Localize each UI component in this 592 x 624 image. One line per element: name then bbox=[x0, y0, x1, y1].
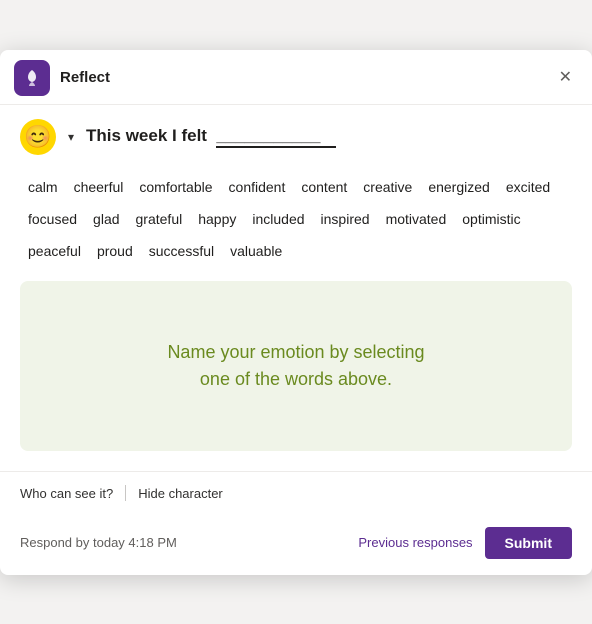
hide-character-button[interactable]: Hide character bbox=[138, 482, 223, 505]
emoji-chevron[interactable]: ▾ bbox=[64, 128, 78, 146]
prompt-text: This week I felt ___________ bbox=[86, 126, 336, 148]
bottom-bar: Respond by today 4:18 PM Previous respon… bbox=[0, 515, 592, 575]
who-can-see-button[interactable]: Who can see it? bbox=[20, 482, 113, 505]
word-valuable[interactable]: valuable bbox=[222, 235, 290, 267]
word-glad[interactable]: glad bbox=[85, 203, 127, 235]
word-cheerful[interactable]: cheerful bbox=[66, 171, 132, 203]
prompt-blank: ___________ bbox=[216, 126, 336, 148]
prompt-row: 😊 ▾ This week I felt ___________ bbox=[20, 119, 572, 155]
close-button[interactable]: ✕ bbox=[555, 66, 576, 90]
word-focused[interactable]: focused bbox=[20, 203, 85, 235]
emotion-words-container: calm cheerful comfortable confident cont… bbox=[20, 171, 572, 267]
word-included[interactable]: included bbox=[244, 203, 312, 235]
word-proud[interactable]: proud bbox=[89, 235, 141, 267]
emotion-placeholder-box: Name your emotion by selecting one of th… bbox=[20, 281, 572, 451]
word-energized[interactable]: energized bbox=[420, 171, 498, 203]
footer-divider bbox=[125, 485, 126, 501]
word-content[interactable]: content bbox=[293, 171, 355, 203]
emoji-avatar: 😊 bbox=[20, 119, 56, 155]
word-confident[interactable]: confident bbox=[221, 171, 294, 203]
prompt-start: This week I felt bbox=[86, 126, 207, 145]
word-peaceful[interactable]: peaceful bbox=[20, 235, 89, 267]
word-successful[interactable]: successful 🖱 bbox=[141, 235, 222, 267]
word-happy[interactable]: happy bbox=[190, 203, 244, 235]
word-calm[interactable]: calm bbox=[20, 171, 66, 203]
word-comfortable[interactable]: comfortable bbox=[131, 171, 220, 203]
previous-responses-button[interactable]: Previous responses bbox=[358, 535, 472, 550]
footer-links: Who can see it? Hide character bbox=[0, 471, 592, 515]
main-content: 😊 ▾ This week I felt ___________ calm ch… bbox=[0, 105, 592, 451]
word-grateful[interactable]: grateful bbox=[128, 203, 191, 235]
reflect-dialog: Reflect ✕ 😊 ▾ This week I felt _________… bbox=[0, 50, 592, 575]
respond-by-text: Respond by today 4:18 PM bbox=[20, 535, 177, 550]
word-motivated[interactable]: motivated bbox=[378, 203, 455, 235]
emotion-placeholder-text: Name your emotion by selecting one of th… bbox=[147, 319, 444, 413]
dialog-title: Reflect bbox=[60, 69, 110, 86]
word-excited[interactable]: excited bbox=[498, 171, 558, 203]
title-bar: Reflect ✕ bbox=[0, 50, 592, 105]
word-optimistic[interactable]: optimistic bbox=[454, 203, 528, 235]
title-left: Reflect bbox=[14, 60, 110, 96]
app-icon bbox=[14, 60, 50, 96]
word-inspired[interactable]: inspired bbox=[313, 203, 378, 235]
word-creative[interactable]: creative bbox=[355, 171, 420, 203]
bottom-right-actions: Previous responses Submit bbox=[358, 527, 572, 559]
submit-button[interactable]: Submit bbox=[485, 527, 572, 559]
